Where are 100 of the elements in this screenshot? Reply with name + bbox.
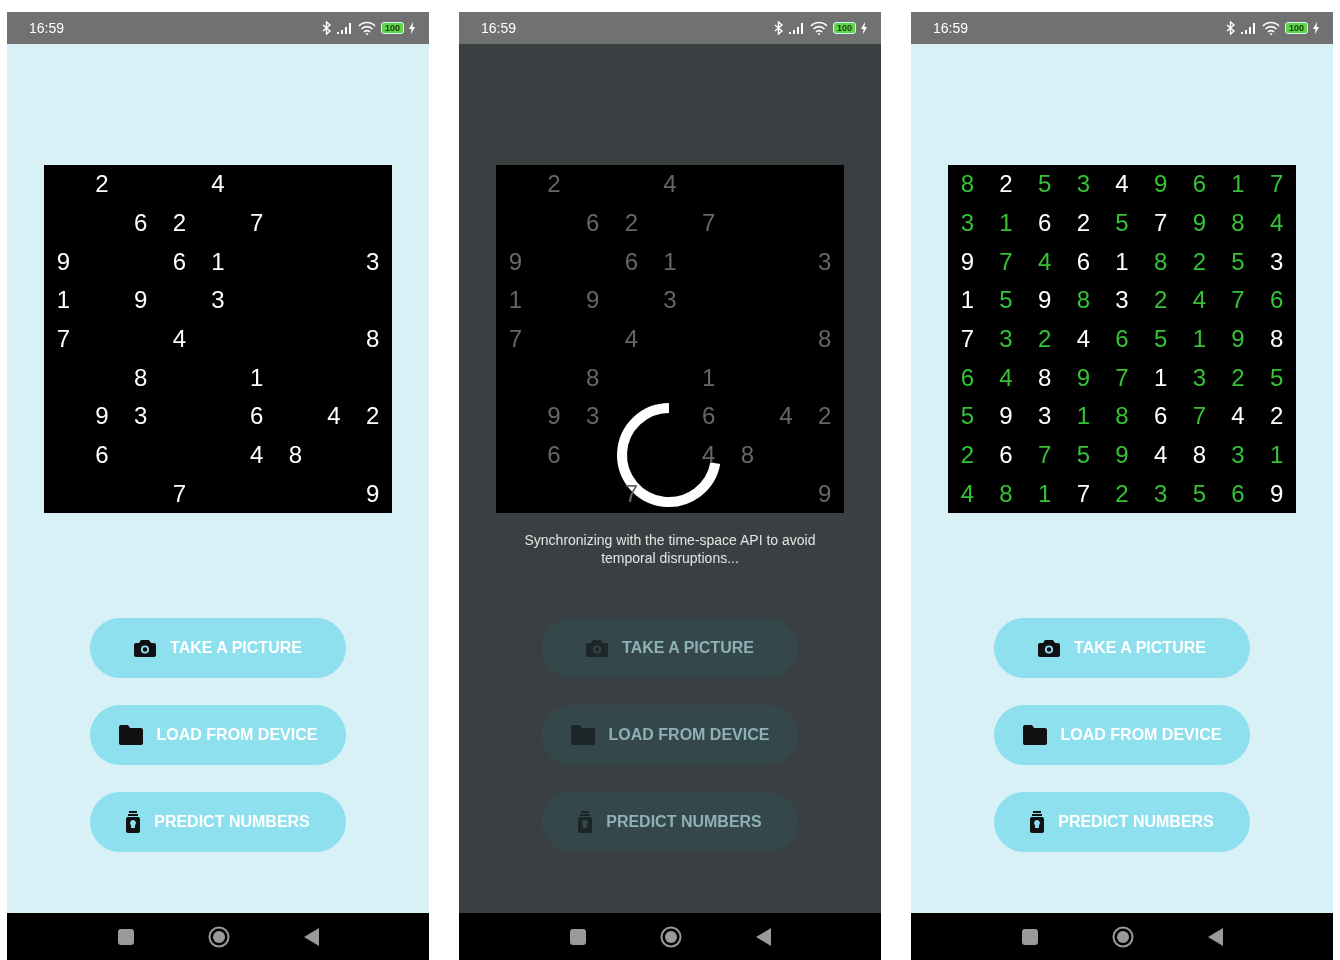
grid-digit: 1 [250, 364, 264, 391]
grid-digit: 2 [1076, 210, 1090, 236]
grid-digit: 2 [1192, 248, 1206, 275]
action-button[interactable]: TAKE A PICTURE [542, 618, 798, 678]
action-button[interactable]: LOAD FROM DEVICE [542, 705, 798, 765]
grid-digit: 2 [624, 210, 638, 236]
grid-digit: 4 [1270, 210, 1284, 236]
grid-digit: 9 [366, 480, 380, 507]
grid-digit: 9 [1115, 442, 1129, 468]
recents-icon[interactable] [117, 928, 134, 945]
recents-icon[interactable] [569, 928, 586, 945]
grid-digit: 5 [1192, 480, 1206, 507]
grid-digit: 4 [211, 171, 225, 198]
grid-digit: 3 [960, 210, 974, 236]
grid-digit: 2 [1115, 480, 1129, 507]
grid-digit: 9 [95, 403, 109, 430]
grid-digit: 3 [586, 403, 600, 430]
camera-icon [134, 639, 157, 657]
action-button[interactable]: LOAD FROM DEVICE [90, 705, 346, 765]
grid-digit: 9 [586, 287, 600, 314]
home-icon[interactable] [1111, 925, 1134, 948]
back-icon[interactable] [1207, 927, 1223, 946]
grid-digit: 3 [1115, 287, 1129, 314]
grid-digit: 3 [1192, 364, 1206, 391]
grid-digit: 1 [1270, 442, 1284, 468]
grid-digit: 8 [1038, 364, 1052, 391]
action-button[interactable]: PREDICT NUMBERS [542, 792, 798, 852]
grid-digit: 8 [960, 171, 974, 198]
grid-digit: 7 [960, 326, 974, 352]
grid-digit: 4 [1154, 442, 1168, 468]
grid-digit: 8 [1154, 248, 1168, 275]
grid-digit: 8 [366, 326, 380, 352]
grid-digit: 4 [999, 364, 1013, 391]
grid-digit: 6 [999, 442, 1013, 468]
action-button[interactable]: PREDICT NUMBERS [994, 792, 1250, 852]
grid-digit: 9 [818, 480, 832, 507]
grid-digit: 7 [250, 210, 264, 236]
grid-digit: 8 [288, 442, 302, 468]
grid-digit: 6 [1192, 171, 1206, 198]
grid-digit: 7 [1076, 480, 1090, 507]
folder-icon [1022, 725, 1047, 745]
camera-icon [1038, 639, 1061, 657]
grid-digit: 4 [327, 403, 341, 430]
action-button[interactable]: LOAD FROM DEVICE [994, 705, 1250, 765]
grid-digit: 1 [1038, 480, 1052, 507]
action-button[interactable]: PREDICT NUMBERS [90, 792, 346, 852]
action-button[interactable]: TAKE A PICTURE [90, 618, 346, 678]
grid-digit: 2 [547, 171, 561, 198]
grid-digit: 6 [1270, 287, 1284, 314]
grid-digit: 1 [960, 287, 974, 314]
grid-digit: 8 [1076, 287, 1090, 314]
grid-digit: 3 [1154, 480, 1168, 507]
home-icon[interactable] [659, 925, 682, 948]
action-button[interactable]: TAKE A PICTURE [994, 618, 1250, 678]
grid-digit: 8 [134, 364, 148, 391]
grid-digit: 9 [1038, 287, 1052, 314]
grid-digit: 8 [999, 480, 1013, 507]
grid-digit: 6 [1154, 403, 1168, 430]
grid-digit: 4 [1076, 326, 1090, 352]
grid-digit: 1 [999, 210, 1013, 236]
grid-digit: 3 [1076, 171, 1090, 198]
grid-digit: 1 [702, 364, 716, 391]
grid-digit: 3 [999, 326, 1013, 352]
grid-digit: 8 [1231, 210, 1245, 236]
battery-level: 100 [380, 22, 404, 34]
recents-icon[interactable] [1021, 928, 1038, 945]
grid-digit: 4 [663, 171, 677, 198]
back-icon[interactable] [755, 927, 771, 946]
grid-digit: 6 [1076, 248, 1090, 275]
grid-digit: 6 [1115, 326, 1129, 352]
grid-digit: 9 [134, 287, 148, 314]
grid-digit: 4 [702, 442, 716, 468]
grid-digit: 2 [1154, 287, 1168, 314]
home-icon[interactable] [207, 925, 230, 948]
grid-digit: 1 [1076, 403, 1090, 430]
grid-digit: 2 [366, 403, 380, 430]
grid-digit: 3 [663, 287, 677, 314]
grid-digit: 7 [1231, 287, 1245, 314]
grid-digit: 1 [663, 248, 677, 275]
charging-icon [409, 22, 415, 34]
back-icon[interactable] [303, 927, 319, 946]
grid-digit: 1 [1231, 171, 1245, 198]
grid-digit: 1 [1115, 248, 1129, 275]
grid-digit: 1 [508, 287, 522, 314]
signal-icon [336, 22, 353, 34]
grid-digit: 6 [624, 248, 638, 275]
status-time: 16:59 [481, 20, 518, 36]
camera-icon [586, 639, 609, 657]
grid-digit: 8 [1192, 442, 1206, 468]
battery-level: 100 [832, 22, 856, 34]
grid-digit: 9 [960, 248, 974, 275]
grid-digit: 6 [960, 364, 974, 391]
grid-digit: 9 [1231, 326, 1245, 352]
grid-digit: 2 [95, 171, 109, 198]
grid-digit: 2 [1038, 326, 1052, 352]
bluetooth-icon [773, 21, 784, 35]
grid-digit: 7 [702, 210, 716, 236]
grid-digit: 8 [818, 326, 832, 352]
grid-digit: 8 [740, 442, 754, 468]
grid-digit: 2 [960, 442, 974, 468]
